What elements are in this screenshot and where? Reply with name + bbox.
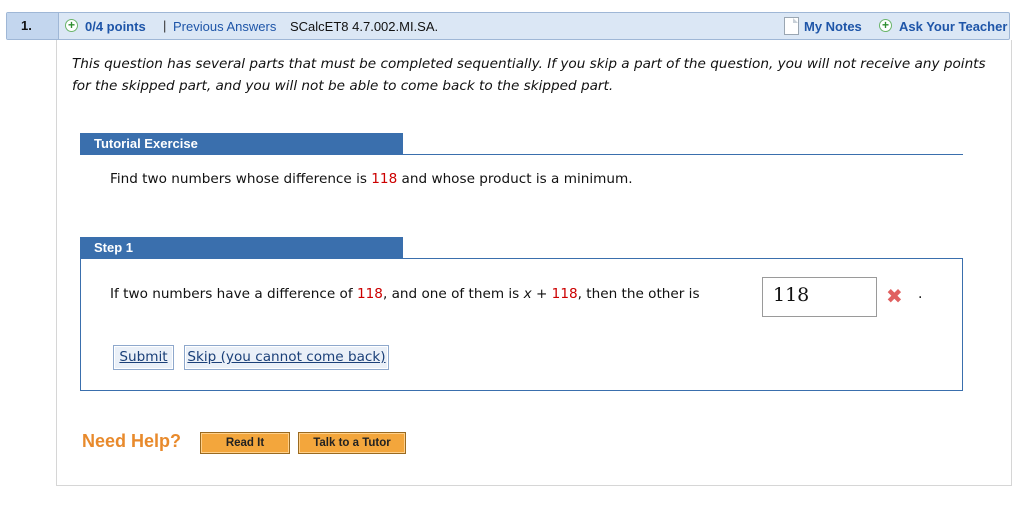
ask-teacher-link[interactable]: Ask Your Teacher — [899, 19, 1007, 34]
variable-x: x — [523, 286, 532, 302]
question-number: 1. — [7, 13, 59, 39]
problem-text-1: Find two numbers whose difference is — [110, 171, 372, 187]
plus-sign: + — [531, 286, 552, 302]
separator: | — [163, 18, 167, 33]
tutorial-exercise-heading: Tutorial Exercise — [80, 133, 403, 154]
problem-text-2: and whose product is a minimum. — [397, 171, 633, 187]
plus-icon[interactable]: + — [65, 19, 78, 32]
ask-teacher-plus-icon[interactable]: + — [879, 19, 892, 32]
step-heading: Step 1 — [80, 237, 403, 258]
notes-icon[interactable] — [784, 17, 799, 35]
problem-value: 118 — [371, 171, 398, 187]
incorrect-x-icon: ✖ — [886, 284, 903, 308]
difference-value: 118 — [356, 286, 383, 302]
answer-input[interactable]: 118 — [762, 277, 877, 317]
question-id: SCalcET8 4.7.002.MI.SA. — [290, 19, 439, 34]
step-text-3: , then the other is — [577, 286, 700, 302]
submit-button[interactable]: Submit — [113, 345, 174, 370]
talk-to-tutor-button[interactable]: Talk to a Tutor — [298, 432, 406, 454]
sentence-period: . — [918, 286, 923, 302]
instructions-text: This question has several parts that mus… — [72, 56, 986, 94]
read-it-button[interactable]: Read It — [200, 432, 290, 454]
points-link[interactable]: 0/4 points — [85, 19, 146, 34]
step-question-text: If two numbers have a difference of 118,… — [110, 286, 700, 302]
tutorial-divider — [80, 154, 963, 155]
previous-answers-link[interactable]: Previous Answers — [173, 19, 276, 34]
problem-statement: Find two numbers whose difference is 118… — [110, 171, 633, 187]
question-header-bar: 1. + 0/4 points | Previous Answers SCalc… — [6, 12, 1010, 40]
need-help-label: Need Help? — [82, 431, 182, 451]
step-text-2: , and one of them is — [382, 286, 524, 302]
offset-value: 118 — [551, 286, 578, 302]
my-notes-link[interactable]: My Notes — [804, 19, 862, 34]
step-text-1: If two numbers have a difference of — [110, 286, 357, 302]
skip-button[interactable]: Skip (you cannot come back) — [184, 345, 389, 370]
